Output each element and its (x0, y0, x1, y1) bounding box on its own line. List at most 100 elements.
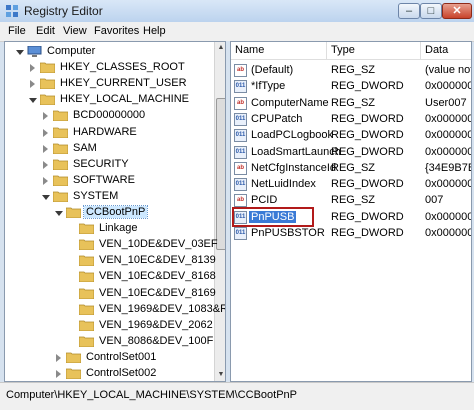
menu-favorites[interactable]: Favorites (94, 25, 139, 37)
value-name: PCID (251, 194, 278, 207)
computer-icon (27, 46, 42, 57)
expanded-arrow-icon[interactable] (16, 50, 24, 55)
value-name: NetCfgInstanceId (251, 161, 336, 174)
registry-app-icon (5, 4, 19, 18)
value-row[interactable]: 011 PnPUSBSTOR REG_DWORD 0x000000 (231, 225, 471, 243)
tree-item-label: VEN_10EC&DEV_8169 (99, 286, 216, 299)
collapsed-arrow-icon[interactable] (43, 112, 48, 121)
collapsed-arrow-icon[interactable] (43, 176, 48, 185)
folder-icon (79, 223, 94, 235)
folder-icon (66, 368, 81, 379)
value-data: (value not (425, 64, 472, 76)
collapsed-arrow-icon[interactable] (56, 370, 61, 378)
value-row[interactable]: 011 *IfType REG_DWORD 0x000000 (231, 78, 471, 96)
values-list-pane[interactable]: Name Type Data ab (Default) REG_SZ (value n… (230, 41, 472, 382)
value-name: ComputerName (251, 96, 329, 109)
scroll-up-icon[interactable]: ▲ (215, 42, 225, 54)
value-type: REG_SZ (331, 64, 376, 76)
value-data: User007 (425, 96, 467, 109)
tree-item-label: HARDWARE (73, 125, 137, 138)
menu-edit[interactable]: Edit (36, 25, 55, 37)
tree-item-label: ControlSet002 (86, 367, 157, 379)
string-value-icon: ab (234, 96, 247, 110)
value-type: REG_DWORD (331, 112, 404, 125)
folder-icon (66, 352, 81, 363)
tree-item-label: SAM (73, 141, 97, 154)
annotation-highlight-box (232, 206, 314, 227)
window-title: Registry Editor (24, 4, 103, 18)
tree-item-label: VEN_10DE&DEV_03EF (99, 238, 218, 251)
folder-icon (79, 304, 94, 315)
value-type: REG_SZ (331, 96, 376, 109)
value-name: PnPUSBSTOR (251, 227, 325, 239)
close-button[interactable]: ✕ (442, 3, 472, 19)
collapsed-arrow-icon[interactable] (43, 128, 48, 137)
value-type: REG_DWORD (331, 210, 404, 223)
column-header-data[interactable]: Data (421, 42, 471, 60)
tree-item-label: BCD00000000 (73, 109, 146, 122)
value-name: LoadSmartLaunch (251, 145, 341, 158)
collapsed-arrow-icon[interactable] (56, 353, 61, 362)
tree-item-label: VEN_10EC&DEV_8139 (99, 254, 216, 267)
collapsed-arrow-icon[interactable] (43, 144, 48, 153)
scrollbar-thumb[interactable] (216, 98, 225, 250)
folder-icon (79, 239, 94, 251)
value-name: CPUPatch (251, 112, 303, 125)
column-header-name[interactable]: Name (231, 42, 327, 60)
value-row[interactable]: ab NetCfgInstanceIdREG_SZ {34E9B7BE (231, 160, 471, 178)
tree-item-label: SECURITY (73, 157, 129, 170)
folder-icon (79, 288, 94, 299)
value-name: NetLuidIndex (251, 178, 316, 191)
tree-item-label: ControlSet001 (86, 350, 157, 363)
value-row[interactable]: 011 NetLuidIndex REG_DWORD 0x000000 (231, 176, 471, 194)
status-key-path: Computer\HKEY_LOCAL_MACHINE\SYSTEM\CCBoo… (6, 389, 297, 401)
tree-vertical-scrollbar[interactable]: ▲ ▼ (214, 42, 225, 381)
menu-file[interactable]: File (8, 25, 26, 37)
value-row[interactable]: ab ComputerName REG_SZ User007 (231, 95, 471, 113)
menu-help[interactable]: Help (143, 25, 166, 37)
value-data: 0x000000 (425, 178, 472, 191)
folder-icon (79, 255, 94, 267)
folder-icon (53, 191, 68, 202)
maximize-button[interactable]: □ (420, 3, 442, 19)
menu-bar: File Edit View Favorites Help (0, 22, 474, 42)
value-row[interactable]: 011 CPUPatch REG_DWORD 0x000000 (231, 111, 471, 129)
key-tree-pane[interactable]: ▲ ▼ Computer HKEY_CLASSES_ROOT HKEY_CURREN… (4, 41, 226, 382)
value-data: {34E9B7BE (425, 161, 471, 174)
folder-icon (53, 143, 68, 154)
minimize-button[interactable]: – (398, 3, 420, 19)
scroll-down-icon[interactable]: ▼ (215, 369, 225, 381)
binary-value-icon: 011 (234, 227, 247, 240)
title-bar[interactable]: Registry Editor – □ ✕ (0, 0, 474, 22)
value-data: 0x000000 (425, 210, 472, 223)
expanded-arrow-icon[interactable] (29, 98, 37, 104)
binary-value-icon: 011 (234, 129, 247, 143)
value-row[interactable]: ab (Default) REG_SZ (value not (231, 62, 471, 80)
value-type: REG_DWORD (331, 178, 404, 191)
folder-icon (79, 271, 94, 283)
value-row[interactable]: 011 LoadSmartLaunch REG_DWORD 0x000000 (231, 144, 471, 162)
collapsed-arrow-icon[interactable] (30, 64, 35, 73)
value-data: 0x000000 (425, 80, 472, 93)
tree-item-label: VEN_8086&DEV_100F (99, 334, 214, 347)
expanded-arrow-icon[interactable] (42, 194, 50, 200)
tree-item-label: HKEY_CURRENT_USER (60, 77, 187, 90)
collapsed-arrow-icon[interactable] (30, 80, 35, 89)
folder-icon (79, 336, 94, 347)
tree-item-label: VEN_10EC&DEV_8168 (99, 270, 216, 283)
tree-item-label: SOFTWARE (73, 173, 135, 186)
value-row[interactable]: 011 PnPUSB REG_DWORD 0x000000 (231, 206, 472, 227)
value-row[interactable]: 011 LoadPCLogbook REG_DWORD 0x000000 (231, 127, 471, 145)
folder-icon (40, 78, 55, 90)
collapsed-arrow-icon[interactable] (43, 160, 48, 169)
value-type: REG_SZ (331, 194, 376, 207)
value-type: REG_DWORD (331, 227, 404, 239)
expanded-arrow-icon[interactable] (55, 211, 63, 216)
folder-icon (40, 94, 55, 106)
binary-value-icon: 011 (234, 80, 247, 94)
column-header-type[interactable]: Type (327, 42, 421, 60)
folder-icon (53, 110, 68, 122)
menu-view[interactable]: View (63, 25, 87, 37)
binary-value-icon: 011 (234, 145, 247, 159)
value-data: 0x000000 (425, 227, 472, 239)
